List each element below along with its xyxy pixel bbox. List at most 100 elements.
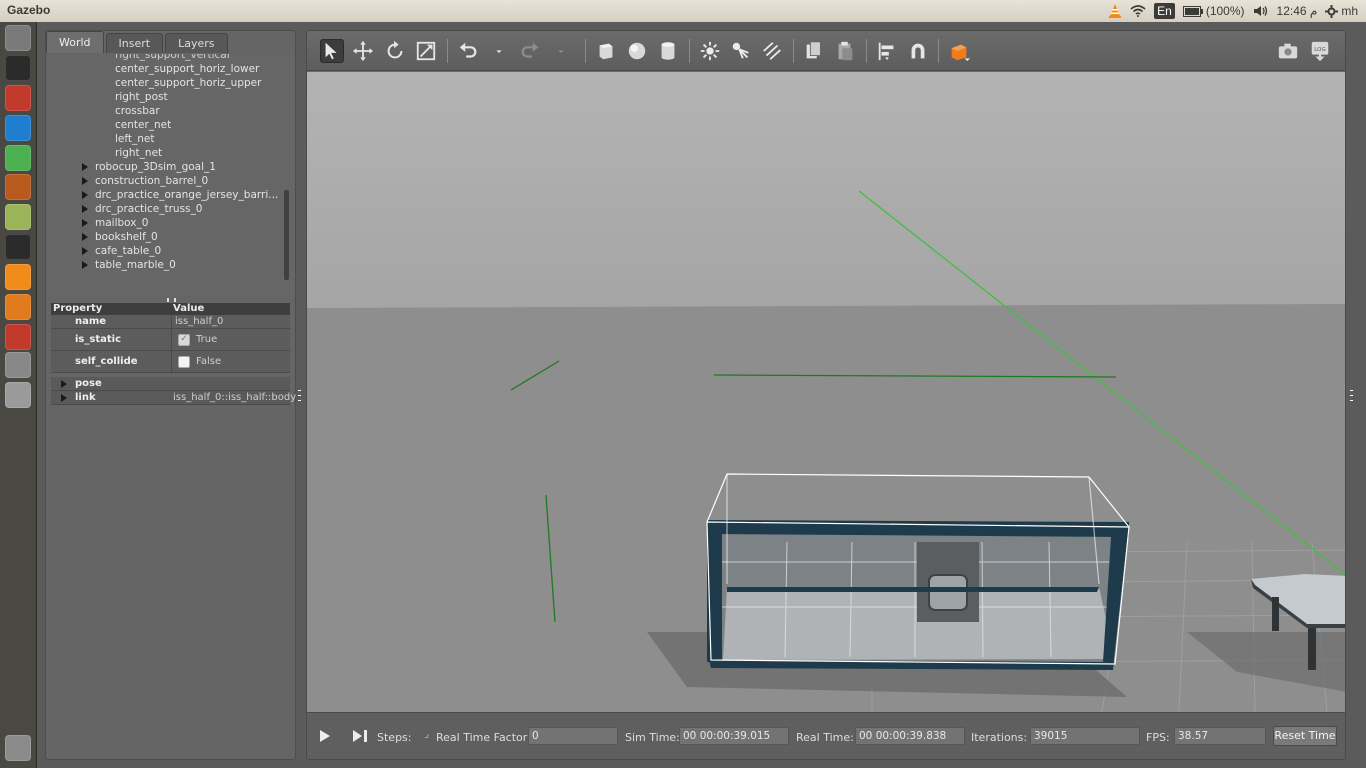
expand-triangle-icon[interactable] <box>82 163 88 171</box>
clock[interactable]: 12:46 م <box>1277 4 1318 18</box>
link-value: iss_half_0::iss_half::body <box>173 392 297 403</box>
disk-icon[interactable] <box>5 352 31 378</box>
tab-world[interactable]: World <box>46 31 104 53</box>
world-tree[interactable]: right_support_vertical center_support_ho… <box>46 54 295 296</box>
select-arrow-icon[interactable] <box>320 39 344 63</box>
property-header: Property Value <box>51 303 290 315</box>
tree-item-link[interactable]: crossbar <box>115 104 160 118</box>
expand-triangle-icon[interactable] <box>82 233 88 241</box>
property-group-link[interactable]: link iss_half_0::iss_half::body <box>51 391 296 405</box>
tab-insert[interactable]: Insert <box>105 33 164 53</box>
property-key-self-collide: self_collide <box>75 356 138 367</box>
property-key-is-static: is_static <box>75 334 121 345</box>
scale-icon[interactable] <box>414 39 438 63</box>
image-viewer-icon[interactable] <box>5 204 31 230</box>
vlc-icon[interactable] <box>5 264 31 290</box>
user-name: mh <box>1341 4 1358 18</box>
tree-scrollbar[interactable] <box>284 190 289 280</box>
trash-icon[interactable] <box>5 735 31 761</box>
tree-item-link[interactable]: right_post <box>115 90 168 104</box>
terminal-icon[interactable] <box>5 55 31 81</box>
property-row-self-collide: self_collide False <box>51 351 290 373</box>
redo-icon[interactable] <box>518 39 542 63</box>
wifi-icon[interactable] <box>1130 5 1146 17</box>
sim-time-label: Sim Time: <box>625 731 680 744</box>
view-angle-icon[interactable] <box>947 39 971 63</box>
files-archive-icon[interactable] <box>5 85 31 111</box>
3d-scene-viewport[interactable] <box>307 72 1345 712</box>
copy-icon[interactable] <box>802 39 826 63</box>
value-column-header: Value <box>173 303 205 314</box>
tab-layers[interactable]: Layers <box>165 33 228 53</box>
tree-item-link[interactable]: left_net <box>115 132 155 146</box>
property-value-name[interactable]: iss_half_0 <box>171 315 290 328</box>
point-light-icon[interactable] <box>698 39 722 63</box>
snap-icon[interactable] <box>906 39 930 63</box>
tree-item-link[interactable]: center_support_horiz_upper <box>115 76 261 90</box>
sphere-shape-icon[interactable] <box>625 39 649 63</box>
undo-dropdown-icon[interactable] <box>491 39 507 63</box>
property-grid: Property Value name iss_half_0 is_static… <box>51 303 296 405</box>
tree-item-label: construction_barrel_0 <box>95 175 209 187</box>
property-group-pose[interactable]: pose <box>51 377 290 391</box>
spot-light-icon[interactable] <box>729 39 753 63</box>
expand-triangle-icon[interactable] <box>82 177 88 185</box>
splitter-grip-icon[interactable] <box>167 298 176 302</box>
battery-indicator[interactable]: (100%) <box>1182 4 1245 18</box>
left-panel: World Insert Layers right_support_vertic… <box>45 30 296 760</box>
box-shape-icon[interactable] <box>594 39 618 63</box>
volume-icon[interactable] <box>1253 5 1269 17</box>
property-key-name: name <box>75 316 107 327</box>
link-label: link <box>75 392 96 403</box>
rotate-icon[interactable] <box>383 39 407 63</box>
log-icon[interactable]: LOG <box>1308 39 1332 63</box>
expand-triangle-icon[interactable] <box>82 219 88 227</box>
vlc-tray-icon[interactable] <box>1108 3 1122 19</box>
reset-time-button[interactable]: Reset Time <box>1273 726 1337 746</box>
expand-triangle-icon[interactable] <box>82 261 88 269</box>
cylinder-shape-icon[interactable] <box>656 39 680 63</box>
installer-icon[interactable] <box>5 324 31 350</box>
self-collide-text: False <box>196 356 222 367</box>
gazebo-icon[interactable] <box>5 294 31 320</box>
steps-spinner-icon[interactable]: ⌟ <box>424 727 429 740</box>
is-static-checkbox[interactable]: ✓ <box>178 333 190 346</box>
slides-icon[interactable] <box>5 174 31 200</box>
gear-icon <box>1325 4 1339 18</box>
directional-light-icon[interactable] <box>760 39 784 63</box>
tree-item-label: drc_practice_orange_jersey_barri... <box>95 189 279 201</box>
expand-triangle-icon[interactable] <box>61 394 67 402</box>
tree-item-link[interactable]: right_net <box>115 146 162 160</box>
redo-dropdown-icon[interactable] <box>553 39 569 63</box>
expand-triangle-icon[interactable] <box>82 191 88 199</box>
vscode-icon[interactable] <box>5 115 31 141</box>
play-button[interactable] <box>319 729 331 746</box>
session-menu[interactable]: mh <box>1325 4 1358 18</box>
keyboard-language-indicator[interactable]: En <box>1154 3 1175 19</box>
self-collide-checkbox[interactable] <box>178 355 190 368</box>
expand-triangle-icon[interactable] <box>82 205 88 213</box>
property-value-self-collide: False <box>171 351 290 372</box>
right-splitter-handle-icon[interactable] <box>1350 390 1353 401</box>
align-icon[interactable] <box>875 39 899 63</box>
expand-triangle-icon[interactable] <box>82 247 88 255</box>
render-panel: LOG Steps: ⌟ Real Time Factor: 0 Sim Tim… <box>306 30 1346 760</box>
left-splitter-handle-icon[interactable] <box>298 390 301 401</box>
step-button[interactable] <box>352 729 368 746</box>
screenshot-icon[interactable] <box>1276 39 1300 63</box>
ubuntu-dash-icon[interactable] <box>5 25 31 51</box>
drive-icon[interactable] <box>5 382 31 408</box>
property-column-header: Property <box>53 303 103 314</box>
iss-half-model[interactable] <box>707 520 1129 670</box>
tree-item-link[interactable]: center_support_horiz_lower <box>115 62 259 76</box>
tree-item-partial[interactable]: right_support_vertical <box>115 54 230 62</box>
chrome-icon[interactable] <box>5 145 31 171</box>
iterations-label: Iterations: <box>971 731 1028 744</box>
paste-icon[interactable] <box>833 39 857 63</box>
undo-icon[interactable] <box>456 39 480 63</box>
expand-triangle-icon[interactable] <box>61 380 67 388</box>
svg-text:LOG: LOG <box>1314 47 1325 53</box>
translate-icon[interactable] <box>351 39 375 63</box>
terminal-icon-2[interactable] <box>5 234 31 260</box>
tree-item-link[interactable]: center_net <box>115 118 171 132</box>
